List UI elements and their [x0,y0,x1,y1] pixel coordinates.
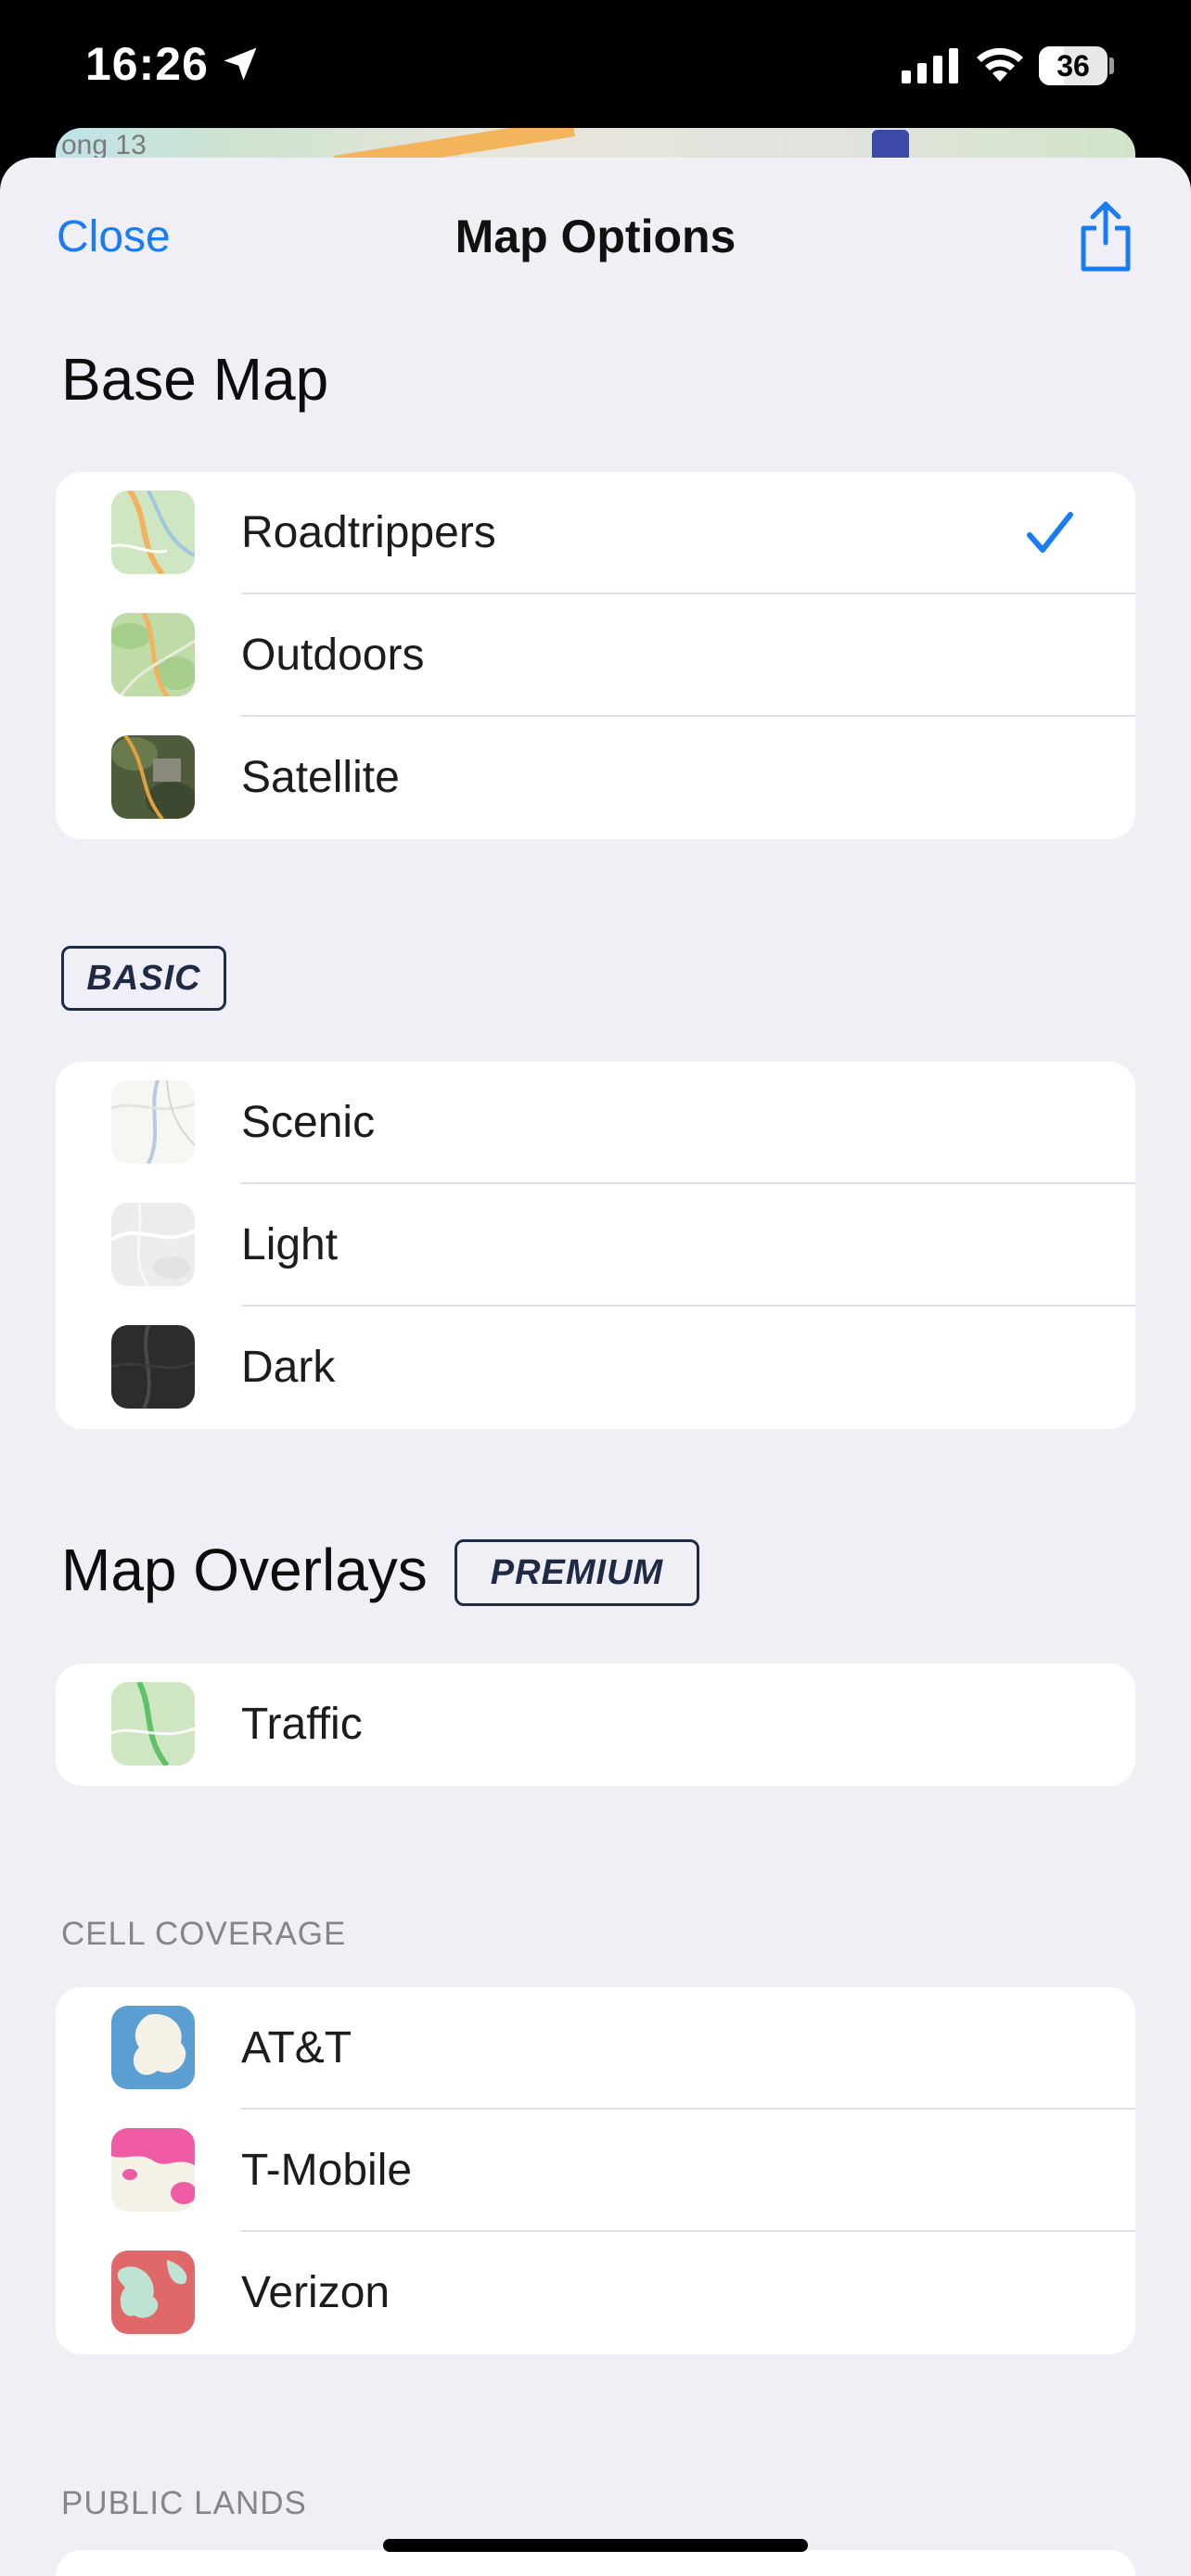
location-arrow-icon [224,47,257,81]
cell-coverage-list: AT&T T-Mobile Verizon [56,1987,1135,2354]
row-label: Traffic [241,1700,363,1749]
row-label: Dark [241,1343,336,1392]
row-label: Verizon [241,2268,391,2317]
base-map-option-dark[interactable]: Dark [56,1307,1135,1429]
share-icon[interactable] [1076,200,1135,273]
tmobile-coverage-thumb [111,2128,195,2212]
traffic-map-thumb [111,1682,195,1766]
premium-tag: PREMIUM [455,1539,699,1606]
row-label: Roadtrippers [241,508,496,557]
row-label: Satellite [241,753,400,802]
map-poi-icon [872,130,909,161]
coverage-option-att[interactable]: AT&T [56,1987,1135,2110]
verizon-coverage-thumb [111,2251,195,2334]
wifi-icon [977,47,1023,82]
checkmark-icon [1027,512,1073,553]
row-label: Outdoors [241,631,425,680]
light-map-thumb [111,1203,195,1286]
row-label: Scenic [241,1098,376,1147]
row-label: T-Mobile [241,2146,413,2195]
basic-tag: BASIC [61,946,226,1011]
satellite-map-thumb [111,735,195,819]
base-map-option-light[interactable]: Light [56,1184,1135,1307]
home-indicator[interactable] [383,2539,808,2552]
row-label: Light [241,1220,339,1269]
close-button[interactable]: Close [57,211,171,262]
public-lands-list [56,2550,1135,2576]
map-street-label: ong 13 [61,130,147,160]
row-label: AT&T [241,2023,352,2072]
base-map-option-outdoors[interactable]: Outdoors [56,594,1135,717]
base-map-option-roadtrippers[interactable]: Roadtrippers [56,472,1135,594]
status-time: 16:26 [85,38,209,90]
base-map-list: Roadtrippers Outdoors Satellite [56,472,1135,839]
cellular-signal-icon [902,48,958,83]
page-title: Map Options [455,210,736,262]
map-options-sheet: Map Options Close Base Map Roadtrippers [0,158,1191,2576]
dark-map-thumb [111,1325,195,1409]
overlay-list: Traffic [56,1664,1135,1786]
map-overlays-heading: Map Overlays [61,1537,428,1603]
outdoors-map-thumb [111,613,195,696]
roadtrippers-map-thumb [111,491,195,574]
overlay-option-traffic[interactable]: Traffic [56,1664,1135,1786]
scenic-map-thumb [111,1080,195,1164]
coverage-option-tmobile[interactable]: T-Mobile [56,2110,1135,2232]
base-map-option-scenic[interactable]: Scenic [56,1062,1135,1184]
status-bar: 16:26 36 [0,0,1191,139]
public-lands-caption: PUBLIC LANDS [61,2485,307,2521]
base-map-option-satellite[interactable]: Satellite [56,717,1135,839]
base-map-heading: Base Map [61,346,329,413]
basic-map-list: Scenic Light Dark [56,1062,1135,1429]
coverage-option-verizon[interactable]: Verizon [56,2232,1135,2354]
battery-percent: 36 [1057,49,1090,83]
cell-coverage-caption: CELL COVERAGE [61,1916,347,1952]
battery-icon: 36 [1039,46,1108,85]
att-coverage-thumb [111,2006,195,2089]
